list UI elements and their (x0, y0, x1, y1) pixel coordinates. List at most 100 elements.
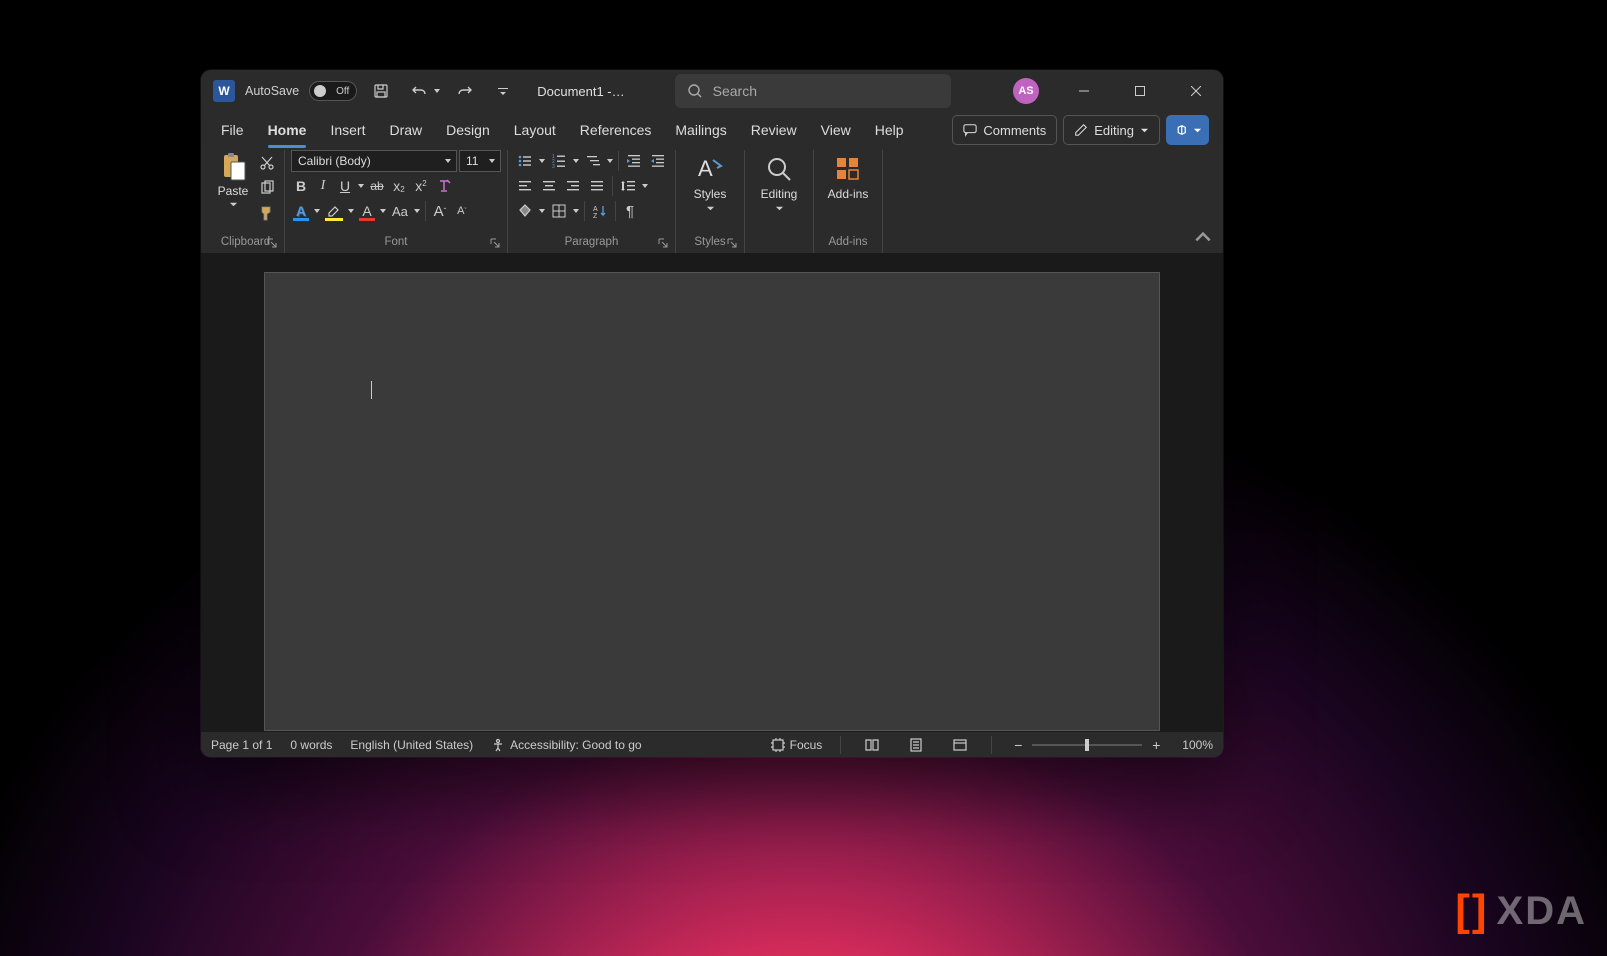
paste-button[interactable]: Paste (213, 150, 253, 211)
increase-indent-button[interactable] (647, 150, 669, 172)
editing-mode-button[interactable]: Editing (1063, 115, 1160, 145)
group-editing: Editing (745, 150, 814, 253)
zoom-level[interactable]: 100% (1182, 738, 1213, 752)
tab-help[interactable]: Help (863, 112, 916, 148)
styles-button[interactable]: A Styles (682, 150, 738, 217)
format-painter-button[interactable] (256, 202, 278, 224)
paragraph-launcher[interactable] (657, 237, 669, 249)
status-page[interactable]: Page 1 of 1 (211, 738, 272, 752)
redo-button[interactable] (451, 77, 479, 105)
status-words[interactable]: 0 words (290, 738, 332, 752)
borders-button[interactable] (548, 200, 570, 222)
align-left-button[interactable] (514, 175, 536, 197)
highlight-button[interactable] (323, 200, 345, 222)
underline-dropdown[interactable] (357, 184, 365, 188)
copy-button[interactable] (256, 177, 278, 199)
align-center-button[interactable] (538, 175, 560, 197)
justify-button[interactable] (586, 175, 608, 197)
focus-mode-button[interactable]: Focus (771, 738, 823, 752)
multilevel-dropdown[interactable] (606, 159, 614, 163)
addins-button[interactable]: Add-ins (820, 150, 876, 205)
read-mode-button[interactable] (859, 735, 885, 755)
bullets-dropdown[interactable] (538, 159, 546, 163)
print-layout-button[interactable] (903, 735, 929, 755)
shading-button[interactable] (514, 200, 536, 222)
undo-dropdown[interactable] (433, 89, 441, 93)
zoom-thumb[interactable] (1085, 739, 1089, 751)
italic-button[interactable]: I (313, 175, 333, 197)
autosave-toggle[interactable]: Off (309, 81, 357, 101)
tab-design[interactable]: Design (434, 112, 502, 148)
font-name-select[interactable]: Calibri (Body) (291, 150, 457, 172)
bold-button[interactable]: B (291, 175, 311, 197)
grow-font-button[interactable]: Aˇ (430, 200, 450, 222)
clear-formatting-button[interactable] (433, 175, 455, 197)
borders-dropdown[interactable] (572, 209, 580, 213)
clipboard-launcher[interactable] (266, 237, 278, 249)
save-button[interactable] (367, 77, 395, 105)
decrease-indent-button[interactable] (623, 150, 645, 172)
close-button[interactable] (1173, 70, 1219, 112)
document-page[interactable] (264, 272, 1160, 731)
tab-file[interactable]: File (209, 112, 256, 148)
status-language[interactable]: English (United States) (350, 738, 473, 752)
font-launcher[interactable] (489, 237, 501, 249)
text-effects-button[interactable]: A (291, 200, 311, 222)
styles-label: Styles (694, 187, 727, 201)
share-button[interactable] (1166, 115, 1209, 145)
editing-button[interactable]: Editing (751, 150, 807, 217)
collapse-ribbon-button[interactable] (1193, 227, 1213, 247)
autosave-state: Off (336, 86, 349, 97)
comments-button[interactable]: Comments (952, 115, 1057, 145)
search-box[interactable]: Search (675, 74, 951, 108)
user-avatar[interactable]: AS (1013, 78, 1039, 104)
tab-mailings[interactable]: Mailings (663, 112, 738, 148)
shading-dropdown[interactable] (538, 209, 546, 213)
styles-launcher[interactable] (726, 237, 738, 249)
tab-references[interactable]: References (568, 112, 664, 148)
font-size-select[interactable]: 11 (459, 150, 501, 172)
line-spacing-dropdown[interactable] (641, 184, 649, 188)
change-case-button[interactable]: Aa (389, 200, 411, 222)
document-title[interactable]: Document1 -… (537, 84, 624, 99)
strikethrough-button[interactable]: ab (367, 175, 387, 197)
show-marks-button[interactable]: ¶ (620, 200, 640, 222)
numbering-dropdown[interactable] (572, 159, 580, 163)
qat-customize-button[interactable] (489, 77, 517, 105)
multilevel-button[interactable] (582, 150, 604, 172)
text-effects-dropdown[interactable] (313, 209, 321, 213)
zoom-control: − + (1010, 737, 1164, 753)
font-color-button[interactable]: A (357, 200, 377, 222)
zoom-slider[interactable] (1032, 744, 1142, 746)
tab-insert[interactable]: Insert (318, 112, 377, 148)
subscript-button[interactable]: x2 (389, 175, 409, 197)
web-layout-button[interactable] (947, 735, 973, 755)
underline-button[interactable]: U (335, 175, 355, 197)
tab-view[interactable]: View (809, 112, 863, 148)
zoom-out-button[interactable]: − (1010, 737, 1026, 753)
cut-button[interactable] (256, 152, 278, 174)
superscript-button[interactable]: x2 (411, 175, 431, 197)
tab-layout[interactable]: Layout (502, 112, 568, 148)
tab-review[interactable]: Review (739, 112, 809, 148)
undo-button[interactable] (405, 77, 433, 105)
highlight-dropdown[interactable] (347, 209, 355, 213)
numbering-button[interactable]: 123 (548, 150, 570, 172)
bullets-button[interactable] (514, 150, 536, 172)
zoom-in-button[interactable]: + (1148, 737, 1164, 753)
status-accessibility[interactable]: Accessibility: Good to go (491, 738, 641, 752)
maximize-button[interactable] (1117, 70, 1163, 112)
tab-draw[interactable]: Draw (377, 112, 434, 148)
shrink-font-button[interactable]: Aˇ (452, 200, 472, 222)
change-case-dropdown[interactable] (413, 209, 421, 213)
minimize-button[interactable] (1061, 70, 1107, 112)
line-spacing-button[interactable] (617, 175, 639, 197)
sort-button[interactable]: AZ (589, 200, 611, 222)
chevron-down-icon (1140, 126, 1149, 135)
comment-icon (963, 123, 977, 137)
align-right-button[interactable] (562, 175, 584, 197)
font-color-dropdown[interactable] (379, 209, 387, 213)
chevron-down-icon (1193, 126, 1202, 135)
tab-home[interactable]: Home (256, 112, 319, 148)
addins-icon (833, 154, 863, 184)
